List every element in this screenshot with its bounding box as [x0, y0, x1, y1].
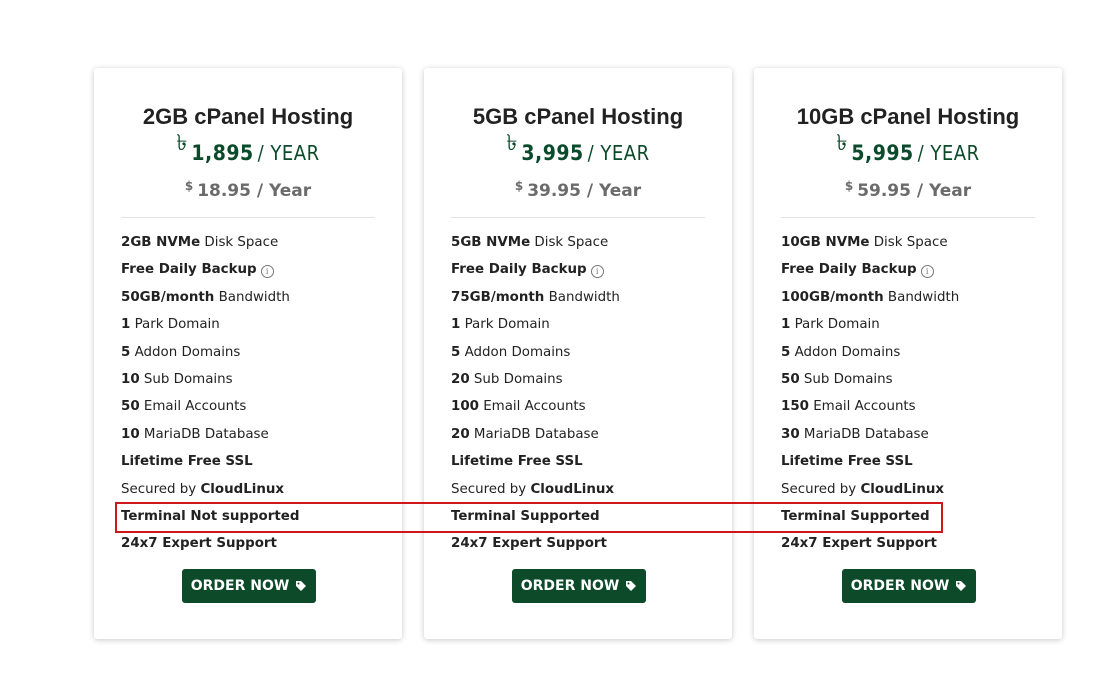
price-usd-amount: 18.95	[197, 181, 251, 201]
feature-email-accounts: 50 Email Accounts	[121, 399, 247, 415]
feature-disk: 10GB NVMe Disk Space	[781, 235, 948, 250]
feature-email-accounts: 100 Email Accounts	[451, 399, 586, 415]
info-icon[interactable]: i	[590, 265, 604, 279]
divider	[451, 217, 705, 218]
feature-park-domain: 1 Park Domain	[451, 317, 550, 333]
usd-currency-symbol: $	[184, 179, 194, 193]
plan-title: 10GB cPanel Hosting	[796, 104, 1020, 129]
feature-disk: 2GB NVMe Disk Space	[121, 235, 279, 250]
feature-database: 30 MariaDB Database	[781, 426, 929, 442]
tag-icon	[296, 581, 307, 591]
feature-list: 10GB NVMe Disk Space Free Daily Backup i …	[781, 234, 959, 563]
info-icon[interactable]: i	[260, 265, 274, 279]
order-now-button[interactable]: ORDER NOW	[182, 569, 316, 603]
feature-ssl: Lifetime Free SSL	[121, 454, 253, 470]
feature-addon-domains: 5 Addon Domains	[121, 344, 241, 360]
divider	[781, 217, 1035, 218]
tag-icon	[626, 581, 637, 591]
feature-support: 24x7 Expert Support	[121, 536, 277, 552]
feature-backup: Free Daily Backup i	[451, 261, 620, 288]
price-usd-period: / Year	[916, 181, 972, 201]
feature-database: 20 MariaDB Database	[451, 426, 599, 442]
feature-email-accounts: 150 Email Accounts	[781, 399, 916, 415]
plan-card-10gb: 10GB cPanel Hosting ৳ 5,995/ YEAR $59.95 …	[754, 68, 1062, 639]
feature-support: 24x7 Expert Support	[781, 536, 937, 552]
feature-terminal: Terminal Supported	[781, 508, 930, 524]
usd-currency-symbol: $	[844, 179, 854, 193]
bdt-currency-symbol: ৳	[176, 131, 188, 156]
price-usd: $39.95 / Year	[424, 179, 732, 201]
feature-bandwidth: 50GB/month Bandwidth	[121, 289, 290, 305]
feature-ssl: Lifetime Free SSL	[781, 454, 913, 470]
tag-icon	[956, 581, 967, 591]
feature-addon-domains: 5 Addon Domains	[781, 344, 901, 360]
price-usd-amount: 39.95	[527, 181, 581, 201]
order-now-label: ORDER NOW	[190, 578, 290, 594]
feature-disk: 5GB NVMe Disk Space	[451, 235, 609, 250]
price-bdt-period: / YEAR	[257, 141, 320, 165]
price-bdt: ৳ 5,995/ YEAR	[754, 131, 1062, 173]
bdt-currency-symbol: ৳	[836, 131, 848, 156]
price-bdt-amount: 3,995	[521, 141, 584, 165]
price-usd-amount: 59.95	[857, 181, 911, 201]
feature-backup: Free Daily Backup i	[781, 261, 959, 288]
divider	[121, 217, 375, 218]
feature-support: 24x7 Expert Support	[451, 536, 607, 552]
feature-backup: Free Daily Backup i	[121, 261, 299, 288]
feature-bandwidth: 100GB/month Bandwidth	[781, 289, 960, 305]
price-bdt: ৳ 3,995/ YEAR	[424, 131, 732, 173]
feature-secured: Secured by CloudLinux	[121, 481, 285, 497]
order-now-label: ORDER NOW	[850, 578, 950, 594]
bdt-currency-symbol: ৳	[506, 131, 518, 156]
plan-card-2gb: 2GB cPanel Hosting ৳ 1,895/ YEAR $18.95 /…	[94, 68, 402, 639]
feature-park-domain: 1 Park Domain	[781, 317, 880, 333]
feature-list: 5GB NVMe Disk Space Free Daily Backup i 7…	[451, 234, 620, 563]
plan-title: 5GB cPanel Hosting	[472, 104, 684, 129]
feature-secured: Secured by CloudLinux	[781, 481, 945, 497]
feature-sub-domains: 20 Sub Domains	[451, 371, 563, 387]
price-usd: $18.95 / Year	[94, 179, 402, 201]
feature-park-domain: 1 Park Domain	[121, 317, 220, 333]
feature-terminal: Terminal Not supported	[121, 508, 300, 524]
feature-terminal: Terminal Supported	[451, 508, 600, 524]
price-usd-period: / Year	[256, 181, 312, 201]
price-bdt-period: / YEAR	[587, 141, 650, 165]
price-usd-period: / Year	[586, 181, 642, 201]
feature-list: 2GB NVMe Disk Space Free Daily Backup i 5…	[121, 234, 299, 563]
feature-sub-domains: 10 Sub Domains	[121, 371, 233, 387]
feature-bandwidth: 75GB/month Bandwidth	[451, 289, 620, 305]
usd-currency-symbol: $	[514, 179, 524, 193]
plan-title: 2GB cPanel Hosting	[142, 104, 354, 129]
order-now-button[interactable]: ORDER NOW	[842, 569, 976, 603]
feature-addon-domains: 5 Addon Domains	[451, 344, 571, 360]
price-bdt-period: / YEAR	[917, 141, 980, 165]
order-now-label: ORDER NOW	[520, 578, 620, 594]
price-bdt-amount: 1,895	[191, 141, 254, 165]
price-bdt: ৳ 1,895/ YEAR	[94, 131, 402, 173]
order-now-button[interactable]: ORDER NOW	[512, 569, 646, 603]
price-usd: $59.95 / Year	[754, 179, 1062, 201]
info-icon[interactable]: i	[920, 265, 934, 279]
feature-sub-domains: 50 Sub Domains	[781, 371, 893, 387]
plan-card-5gb: 5GB cPanel Hosting ৳ 3,995/ YEAR $39.95 /…	[424, 68, 732, 639]
price-bdt-amount: 5,995	[851, 141, 914, 165]
feature-secured: Secured by CloudLinux	[451, 481, 615, 497]
feature-ssl: Lifetime Free SSL	[451, 454, 583, 470]
feature-database: 10 MariaDB Database	[121, 426, 269, 442]
